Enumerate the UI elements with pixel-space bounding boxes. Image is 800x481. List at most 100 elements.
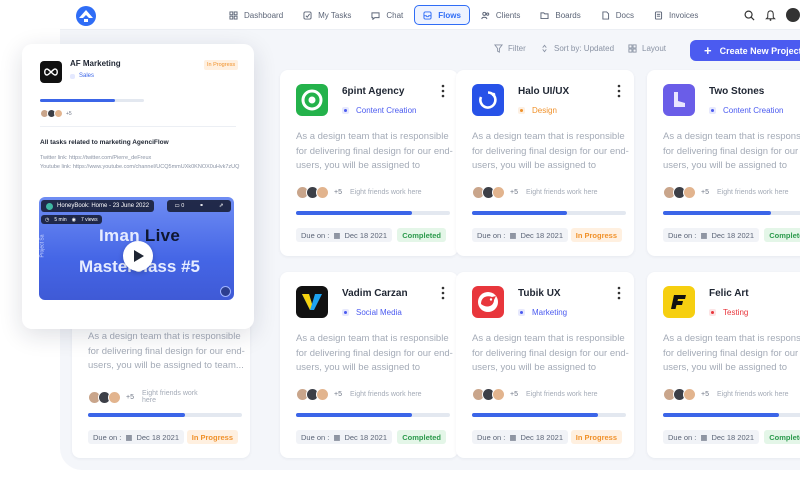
eye-icon: ◉ [71,216,76,223]
card-progress-fill [296,211,412,215]
card-status-badge: Completed [397,228,446,242]
calendar-icon: ▦ [125,432,133,442]
card-progress-fill [472,211,568,215]
card-member-count: +5 [510,189,518,196]
create-project-button[interactable]: + Create New Project [690,40,800,61]
nav-item-label: Chat [386,10,404,20]
project-card[interactable]: 6pint Agency Content Creation As a design … [280,70,458,256]
create-project-label: Create New Project [719,45,800,56]
detail-title: AF Marketing [70,59,121,68]
target-icon [296,84,328,116]
nav-item-my-tasks[interactable]: My Tasks [294,5,360,25]
project-card[interactable]: Halo UI/UX Design As a design team that is… [456,70,634,256]
tag-icon [709,309,716,316]
grid-icon [229,10,238,20]
card-member-faces: +5 Eight friends work here [663,186,789,199]
layout-icon [628,44,637,53]
card-tag: Content Creation [342,106,416,115]
calendar-icon: ▦ [509,432,517,442]
video-preview[interactable]: HoneyBook: Home - 23 June 2022 ▭ 0 ⚭ ⇗ ◷… [39,197,234,300]
calendar-icon: ▦ [509,230,517,240]
nav-item-clients[interactable]: Clients [472,5,529,25]
external-link-icon[interactable]: ⇗ [219,203,224,209]
detail-subtitle-label: Sales [79,73,95,79]
card-description: As a design team that is responsible for… [88,331,245,371]
due-date-value: Dec 18 2021 [136,432,179,442]
card-due-date: Due on : ▦ Dec 18 2021 [472,228,568,242]
card-progress-track [663,211,800,215]
tag-icon [709,107,716,114]
detail-link-line[interactable]: Youtube link: https://www.youtube.com/ch… [40,163,240,172]
card-status-badge: Completed [764,430,800,444]
detail-member-faces: +5 [40,109,72,118]
channel-icon [46,202,53,210]
boot-icon [663,84,695,116]
card-member-count: +5 [334,391,342,398]
member-avatar [492,186,505,199]
app-logo-icon[interactable] [76,6,96,26]
card-description: As a design team that is responsible for… [663,333,800,373]
card-member-faces: +5 Eight friends work here [88,390,202,404]
video-title: HoneyBook: Home - 23 June 2022 [57,203,150,209]
more-options-icon[interactable] [440,84,446,98]
search-icon[interactable] [744,10,755,21]
nav-item-boards[interactable]: Boards [531,5,589,25]
nav-item-invoices[interactable]: Invoices [645,5,707,25]
infinity-logo-icon [40,61,62,83]
video-meta: ◷ 5 min ◉ 7 views [41,215,102,224]
detail-links[interactable]: Twitter link: https://twitter.com/Pierre… [40,154,240,171]
chat-icon [371,11,380,20]
tag-icon [518,309,525,316]
more-options-icon[interactable] [616,286,622,300]
sort-icon [542,44,547,53]
more-options-icon[interactable] [440,286,446,300]
card-status-badge: In Progress [570,430,622,444]
project-detail-card[interactable]: AF Marketing Sales In Progress +5 All ta… [22,44,254,329]
card-tag-label: Social Media [356,308,402,317]
nav-item-docs[interactable]: Docs [592,5,643,25]
nav-item-label: Docs [615,10,634,20]
project-card[interactable]: Felic Art Testing As a design team that is… [647,272,800,458]
card-tag: Social Media [342,308,402,317]
card-member-count: +5 [701,391,709,398]
calendar-icon: ▦ [700,230,708,240]
sort-button[interactable]: Sort by: Updated [540,44,614,53]
f-icon [663,286,695,318]
main-nav: Dashboard My Tasks Chat Flows Clients Boards D… [220,5,707,25]
card-description: As a design team that is responsible for… [296,131,453,171]
card-progress-fill [88,413,186,417]
card-title: Tubik UX [518,288,561,299]
project-card[interactable]: Tubik UX Marketing As a design team that i… [456,272,634,458]
card-member-label: Eight friends work here [716,391,789,398]
layout-button[interactable]: Layout [628,44,666,53]
play-button[interactable] [123,241,153,271]
bell-icon[interactable] [765,9,776,21]
card-tag-label: Content Creation [723,106,784,115]
users-icon [481,11,490,19]
due-label: Due on : [668,432,697,442]
inbox-icon [423,10,432,20]
link-icon[interactable]: ⚭ [199,203,204,209]
comment-icon[interactable]: ▭ 0 [174,203,184,209]
project-card[interactable]: Vadim Carzan Social Media As a design team… [280,272,458,458]
card-status-badge: Completed [397,430,446,444]
comment-count: 0 [181,203,185,209]
card-tag: Content Creation [709,106,783,115]
tag-icon [342,107,349,114]
more-options-icon[interactable] [616,84,622,98]
card-description: As a design team that is responsible for… [663,131,800,171]
video-side-label: Project Sa [39,234,46,258]
due-label: Due on : [301,432,330,442]
nav-item-flows[interactable]: Flows [414,5,470,25]
card-title: Two Stones [709,86,765,97]
nav-item-dashboard[interactable]: Dashboard [220,5,292,25]
sort-label: Sort by: Updated [554,44,615,53]
detail-link-line[interactable]: Twitter link: https://twitter.com/Pierre… [40,154,240,163]
folder-icon [540,11,549,19]
nav-item-label: Dashboard [244,10,284,20]
project-card[interactable]: Two Stones Content Creation As a design te… [647,70,800,256]
nav-item-chat[interactable]: Chat [362,5,412,25]
user-avatar[interactable] [786,8,800,22]
filter-button[interactable]: Filter [494,44,526,53]
card-tag: Marketing [518,308,567,317]
